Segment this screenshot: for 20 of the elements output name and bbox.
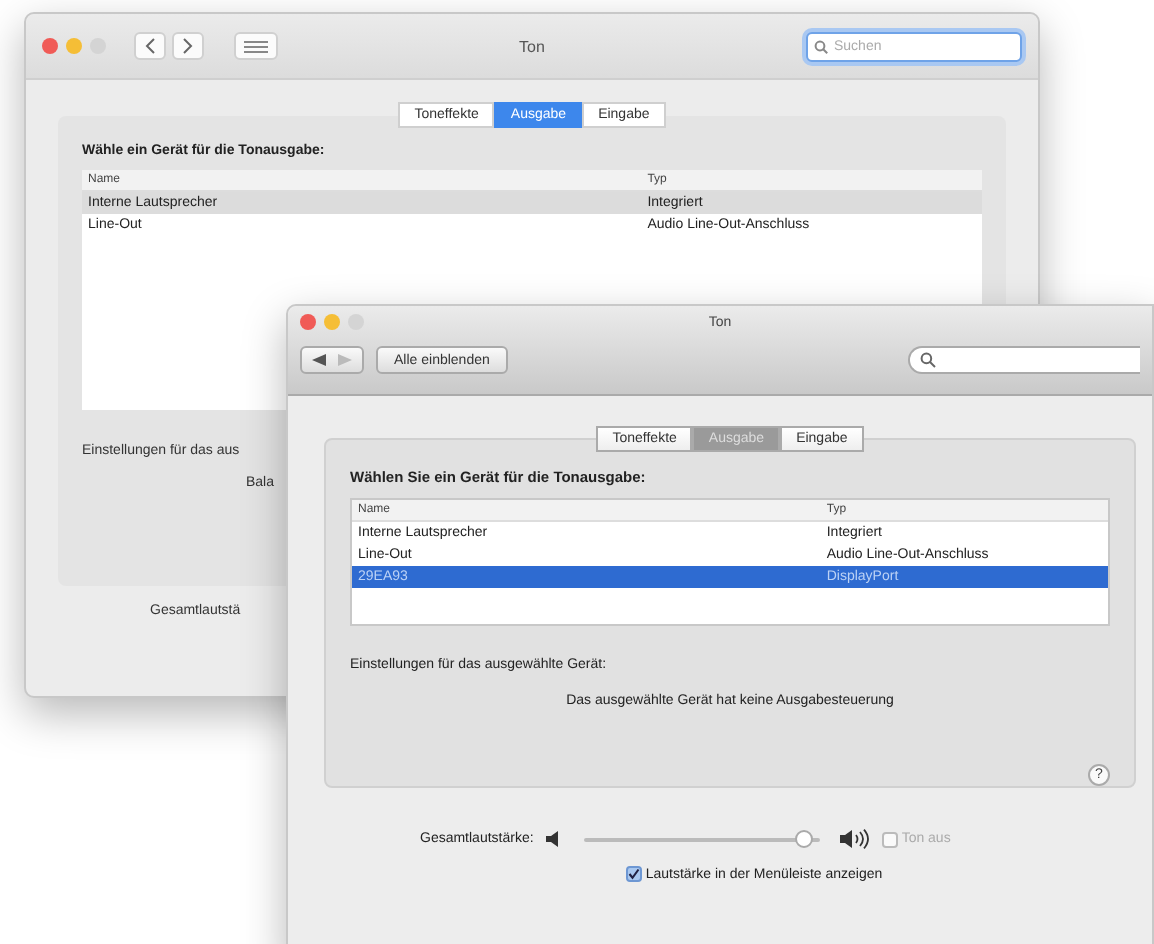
forward-button[interactable] bbox=[172, 32, 204, 60]
triangle-right-icon bbox=[338, 354, 352, 366]
search-field[interactable] bbox=[908, 346, 1140, 374]
back-forward-button[interactable] bbox=[300, 346, 364, 374]
back-button[interactable] bbox=[134, 32, 166, 60]
chevron-left-icon bbox=[144, 38, 156, 54]
checkbox[interactable] bbox=[625, 866, 642, 882]
search-icon bbox=[814, 39, 828, 53]
checkbox[interactable] bbox=[881, 831, 898, 847]
slider-thumb[interactable] bbox=[794, 829, 813, 847]
close-icon[interactable] bbox=[42, 38, 58, 54]
search-icon bbox=[920, 352, 936, 368]
window-title: Ton bbox=[519, 37, 545, 55]
minimize-icon[interactable] bbox=[324, 314, 340, 330]
minimize-icon[interactable] bbox=[66, 38, 82, 54]
chevron-right-icon bbox=[182, 38, 194, 54]
speaker-loud-icon bbox=[839, 828, 870, 850]
close-icon[interactable] bbox=[300, 314, 316, 330]
speaker-quiet-icon bbox=[545, 830, 564, 848]
triangle-left-icon bbox=[312, 354, 326, 366]
